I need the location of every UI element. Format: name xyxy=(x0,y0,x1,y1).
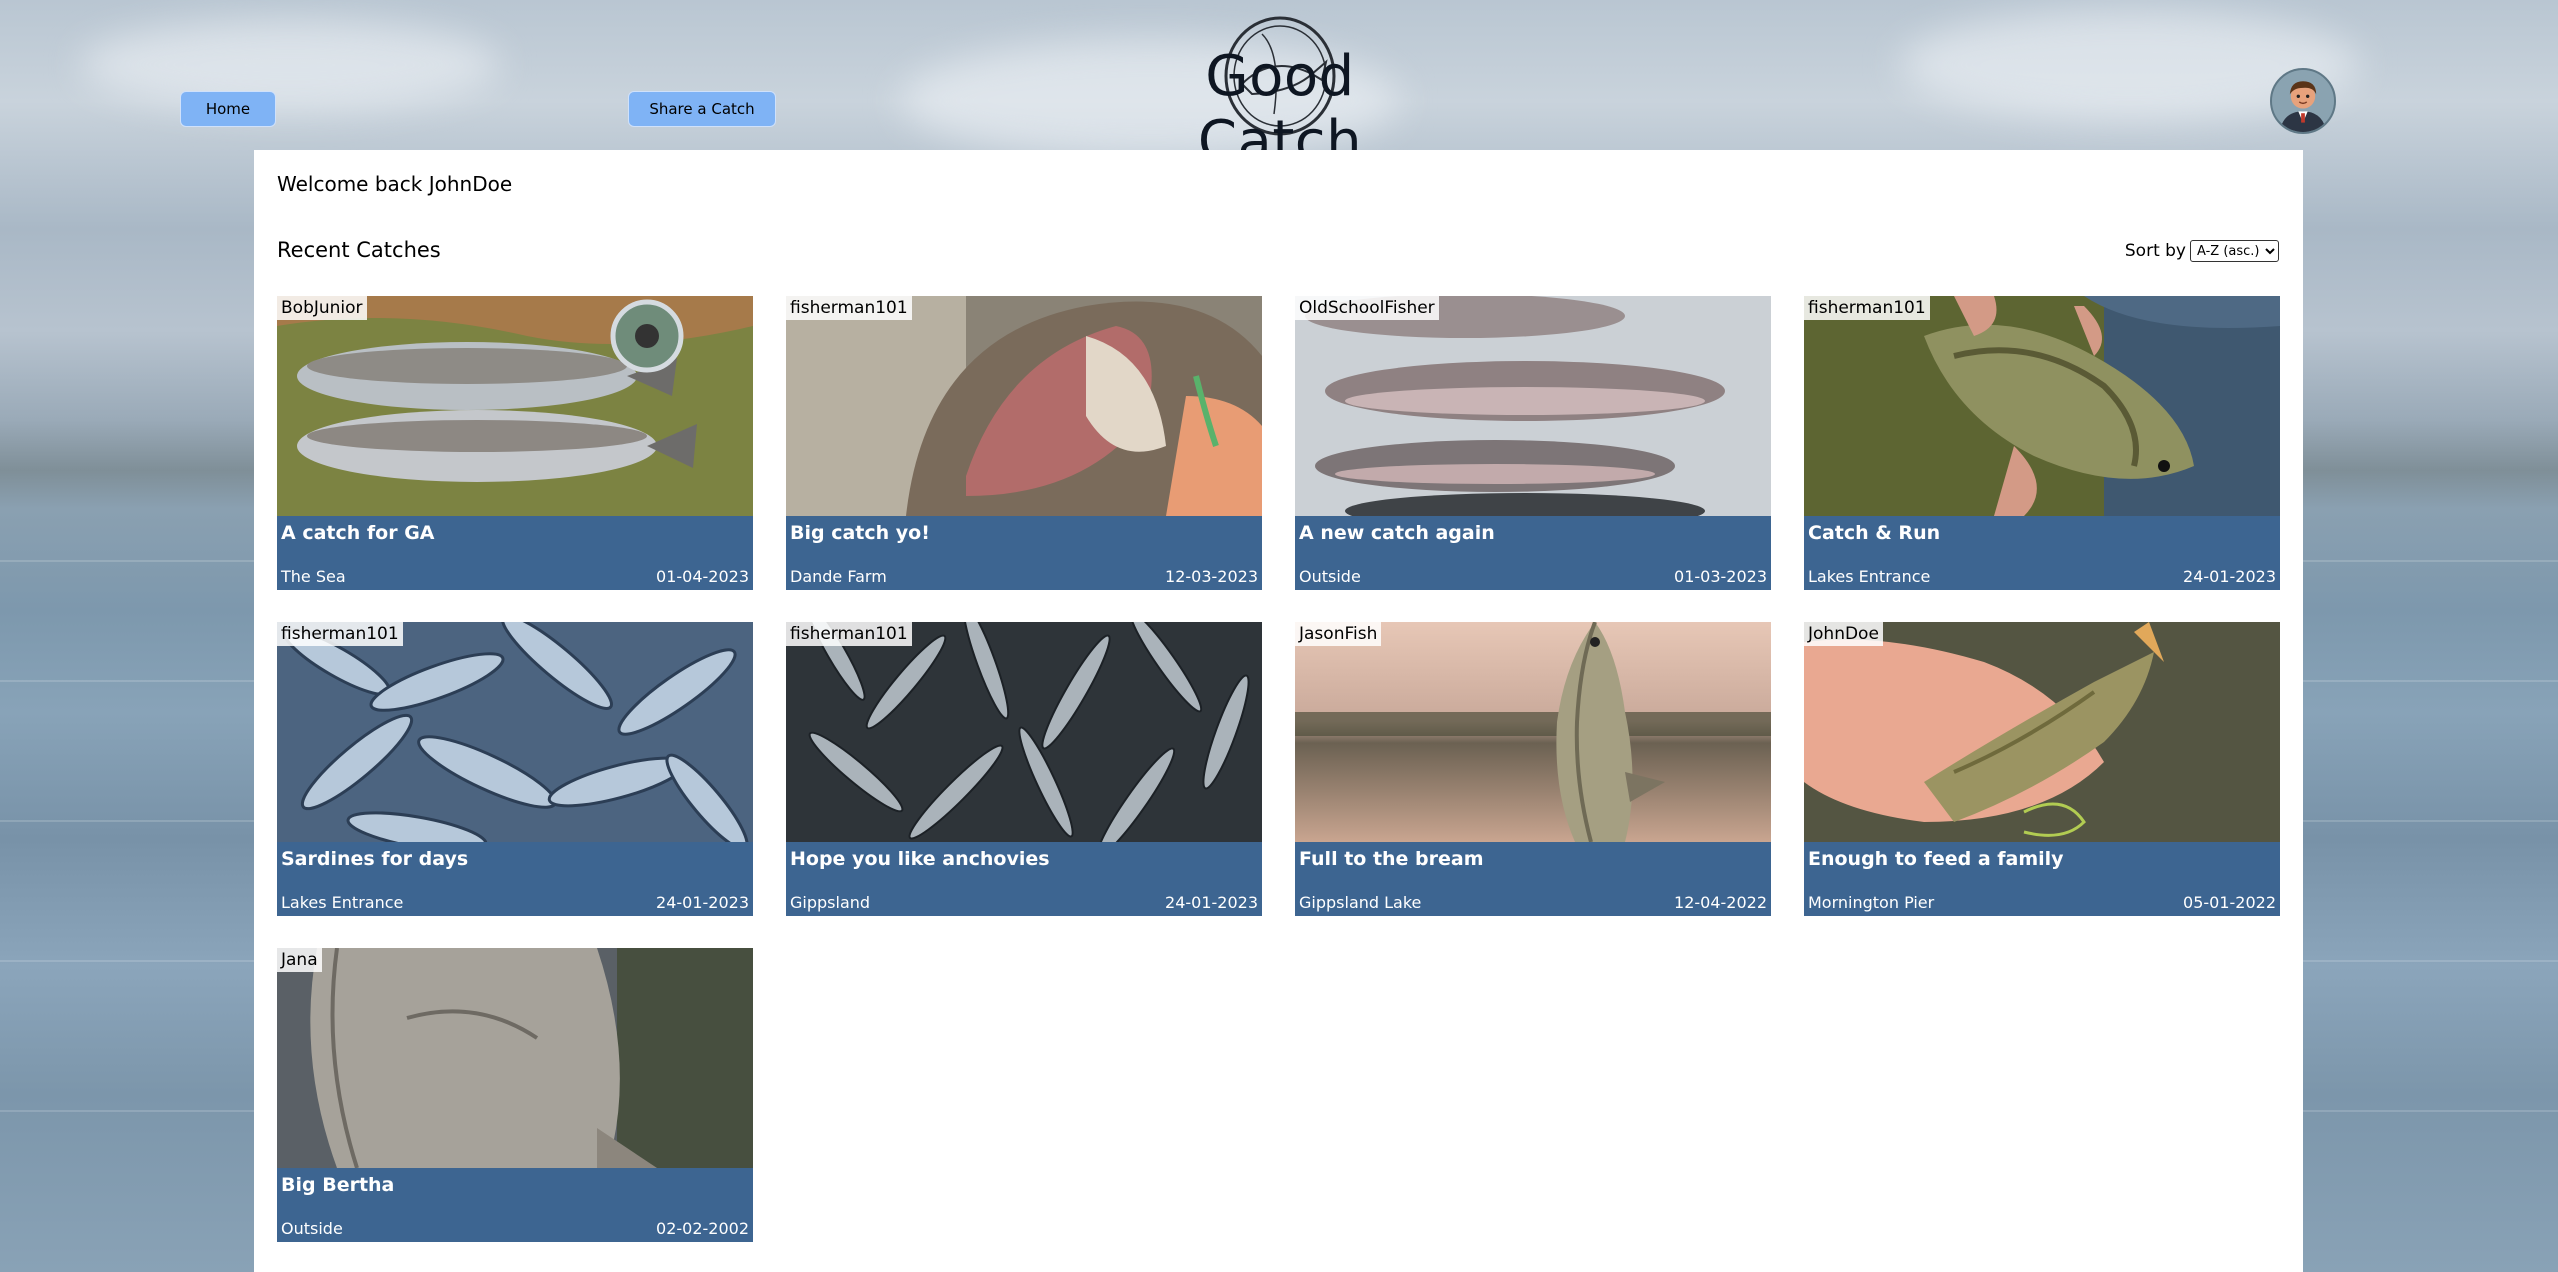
catch-location: Outside xyxy=(281,1219,343,1238)
catch-location: Lakes Entrance xyxy=(281,893,404,912)
section-title: Recent Catches xyxy=(277,238,441,262)
catch-location: Lakes Entrance xyxy=(1808,567,1931,586)
catch-info: A new catch again Outside 01-03-2023 xyxy=(1295,516,1771,590)
catch-date: 05-01-2022 xyxy=(2183,893,2276,912)
catch-title: Hope you like anchovies xyxy=(790,848,1050,870)
catch-date: 12-03-2023 xyxy=(1165,567,1258,586)
catch-title: Sardines for days xyxy=(281,848,469,870)
catch-title: A new catch again xyxy=(1299,522,1495,544)
catch-date: 24-01-2023 xyxy=(1165,893,1258,912)
catch-date: 01-04-2023 xyxy=(656,567,749,586)
catches-grid: BobJunior A catch for GA The Sea 01-04-2… xyxy=(277,296,2280,1246)
catch-info: Hope you like anchovies Gippsland 24-01-… xyxy=(786,842,1262,916)
catch-card[interactable]: JohnDoe Enough to feed a family Morningt… xyxy=(1804,622,2280,916)
catch-card[interactable]: fisherman101 Big catch yo! Dande Farm 12… xyxy=(786,296,1262,590)
catch-info: Full to the bream Gippsland Lake 12-04-2… xyxy=(1295,842,1771,916)
catch-card[interactable]: fisherman101 Hope you like anchovies Gip… xyxy=(786,622,1262,916)
catch-info: Big catch yo! Dande Farm 12-03-2023 xyxy=(786,516,1262,590)
main-panel: Welcome back JohnDoe Recent Catches Sort… xyxy=(254,150,2303,1272)
catch-user[interactable]: JasonFish xyxy=(1295,622,1382,646)
catch-info: Big Bertha Outside 02-02-2002 xyxy=(277,1168,753,1242)
catch-date: 01-03-2023 xyxy=(1674,567,1767,586)
catch-photo xyxy=(786,296,1262,516)
catch-photo xyxy=(277,296,753,516)
catch-date: 24-01-2023 xyxy=(656,893,749,912)
catch-info: Sardines for days Lakes Entrance 24-01-2… xyxy=(277,842,753,916)
catch-photo xyxy=(1295,622,1771,842)
catch-card[interactable]: OldSchoolFisher A new catch again Outsid… xyxy=(1295,296,1771,590)
catch-photo xyxy=(786,622,1262,842)
catch-photo xyxy=(277,622,753,842)
catch-location: The Sea xyxy=(281,567,346,586)
share-catch-button[interactable]: Share a Catch xyxy=(628,91,776,127)
catch-photo xyxy=(277,948,753,1168)
catch-title: Catch & Run xyxy=(1808,522,1941,544)
catch-photo xyxy=(1295,296,1771,516)
sort-label: Sort by xyxy=(2124,241,2186,261)
catch-title: Big catch yo! xyxy=(790,522,930,544)
welcome-message: Welcome back JohnDoe xyxy=(277,172,513,196)
catch-location: Gippsland xyxy=(790,893,871,912)
catch-date: 02-02-2002 xyxy=(656,1219,749,1238)
catch-user[interactable]: fisherman101 xyxy=(1804,296,1930,320)
sort-select[interactable]: A-Z (asc.) xyxy=(2190,240,2279,262)
catch-card[interactable]: fisherman101 Catch & Run Lakes Entrance … xyxy=(1804,296,2280,590)
catch-location: Mornington Pier xyxy=(1808,893,1935,912)
site-header: Home Share a Catch Good Catch xyxy=(0,0,2558,174)
catch-user[interactable]: JohnDoe xyxy=(1804,622,1883,646)
catch-title: Full to the bream xyxy=(1299,848,1484,870)
catch-user[interactable]: fisherman101 xyxy=(786,622,912,646)
catch-location: Outside xyxy=(1299,567,1361,586)
site-logo[interactable]: Good Catch xyxy=(1120,10,1440,174)
catch-card[interactable]: Jana Big Bertha Outside 02-02-2002 xyxy=(277,948,753,1242)
catch-user[interactable]: fisherman101 xyxy=(786,296,912,320)
catch-info: Enough to feed a family Mornington Pier … xyxy=(1804,842,2280,916)
catch-card[interactable]: JasonFish Full to the bream Gippsland La… xyxy=(1295,622,1771,916)
catch-user[interactable]: fisherman101 xyxy=(277,622,403,646)
catch-user[interactable]: BobJunior xyxy=(277,296,367,320)
user-avatar-icon[interactable] xyxy=(2270,68,2336,134)
home-button[interactable]: Home xyxy=(180,91,276,127)
catch-card[interactable]: BobJunior A catch for GA The Sea 01-04-2… xyxy=(277,296,753,590)
catch-user[interactable]: Jana xyxy=(277,948,322,972)
catch-card[interactable]: fisherman101 Sardines for days Lakes Ent… xyxy=(277,622,753,916)
catch-info: Catch & Run Lakes Entrance 24-01-2023 xyxy=(1804,516,2280,590)
catch-date: 12-04-2022 xyxy=(1674,893,1767,912)
catch-title: Big Bertha xyxy=(281,1174,395,1196)
catch-location: Gippsland Lake xyxy=(1299,893,1422,912)
catch-location: Dande Farm xyxy=(790,567,887,586)
catch-photo xyxy=(1804,622,2280,842)
catch-title: Enough to feed a family xyxy=(1808,848,2064,870)
catch-title: A catch for GA xyxy=(281,522,435,544)
catch-photo xyxy=(1804,296,2280,516)
catch-info: A catch for GA The Sea 01-04-2023 xyxy=(277,516,753,590)
sort-control: Sort by A-Z (asc.) xyxy=(2125,240,2279,262)
catch-user[interactable]: OldSchoolFisher xyxy=(1295,296,1439,320)
catch-date: 24-01-2023 xyxy=(2183,567,2276,586)
